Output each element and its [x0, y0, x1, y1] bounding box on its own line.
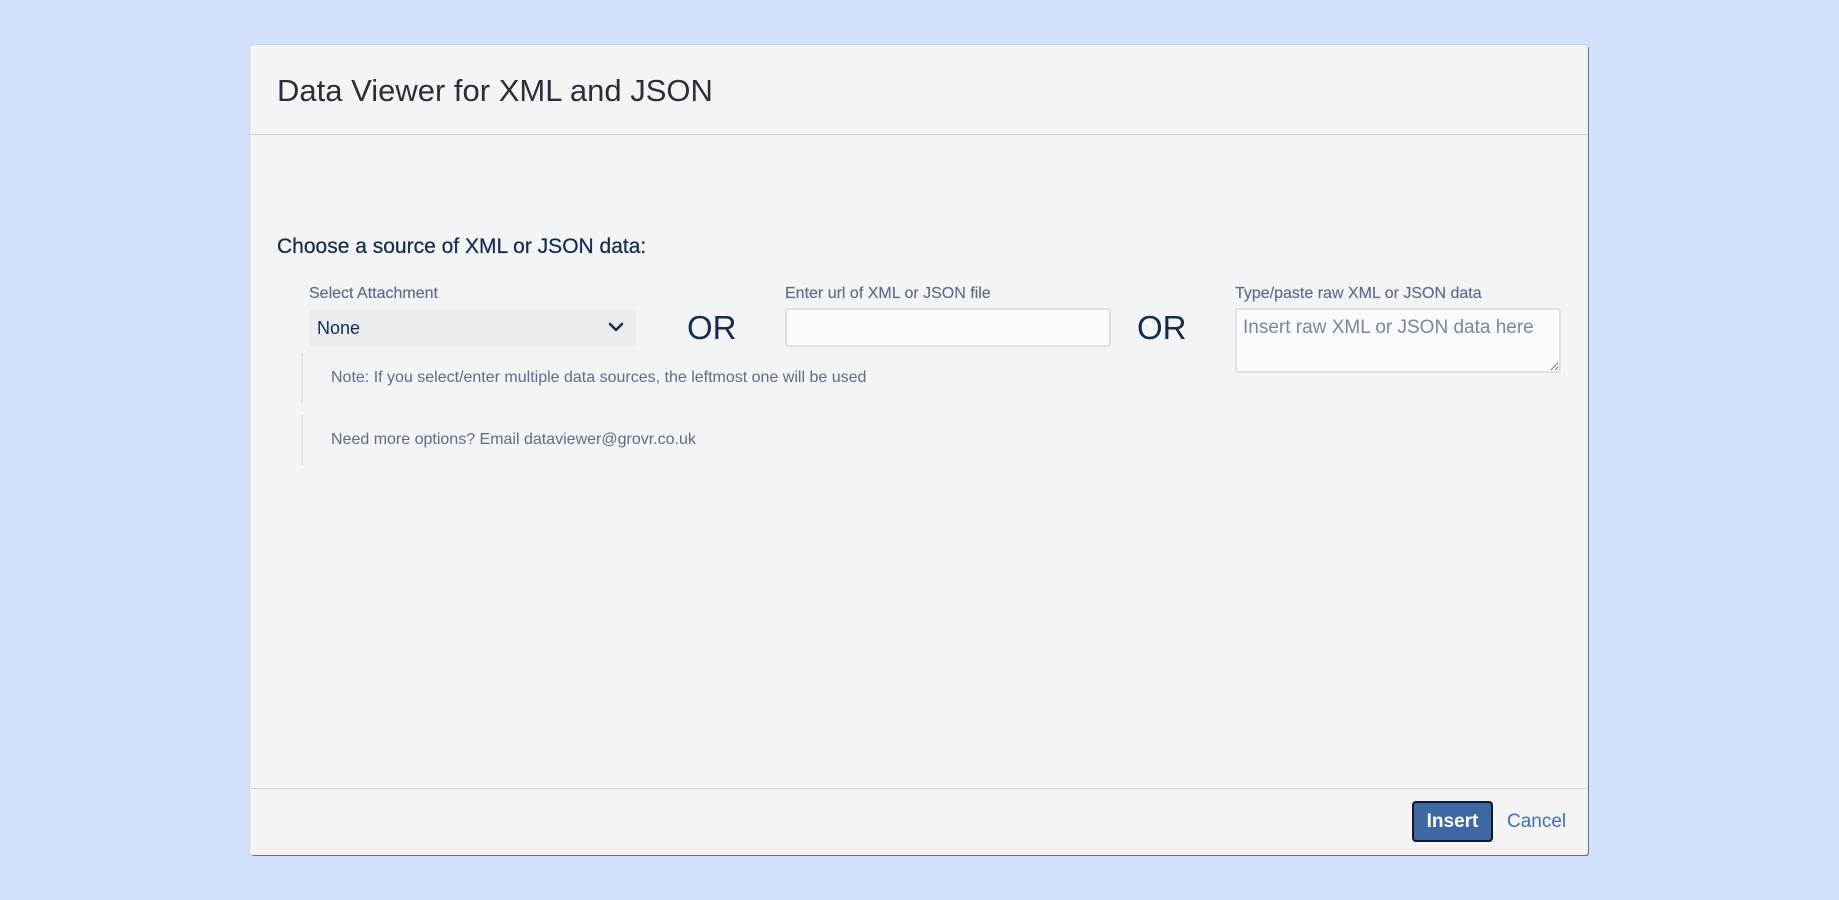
cancel-link[interactable]: Cancel [1507, 811, 1566, 833]
select-attachment-label: Select Attachment [309, 285, 438, 302]
source-heading: Choose a source of XML or JSON data: [277, 235, 647, 258]
url-input[interactable] [785, 308, 1111, 347]
dialog-body: Choose a source of XML or JSON data: Sel… [250, 135, 1588, 833]
dialog-header: Data Viewer for XML and JSON [250, 45, 1588, 135]
dialog-title: Data Viewer for XML and JSON [277, 73, 713, 108]
or-separator-2: OR [1137, 309, 1187, 346]
attachment-select-value: None [317, 318, 361, 338]
insert-button[interactable]: Insert [1412, 801, 1493, 842]
raw-data-textarea[interactable] [1235, 308, 1561, 373]
raw-data-label: Type/paste raw XML or JSON data [1235, 285, 1482, 302]
attachment-select[interactable]: None [309, 309, 636, 347]
chevron-down-icon [608, 322, 624, 332]
dialog-footer: Insert Cancel [250, 788, 1588, 855]
note-multiple-sources: Note: If you select/enter multiple data … [301, 353, 1201, 403]
note-more-options: Need more options? Email dataviewer@grov… [301, 415, 1201, 465]
url-field-label: Enter url of XML or JSON file [785, 285, 991, 302]
data-viewer-dialog: Data Viewer for XML and JSON Choose a so… [250, 45, 1588, 855]
or-separator-1: OR [687, 309, 737, 346]
note-more-options-text: Need more options? Email dataviewer@grov… [331, 431, 696, 448]
note-multiple-sources-text: Note: If you select/enter multiple data … [331, 369, 867, 386]
